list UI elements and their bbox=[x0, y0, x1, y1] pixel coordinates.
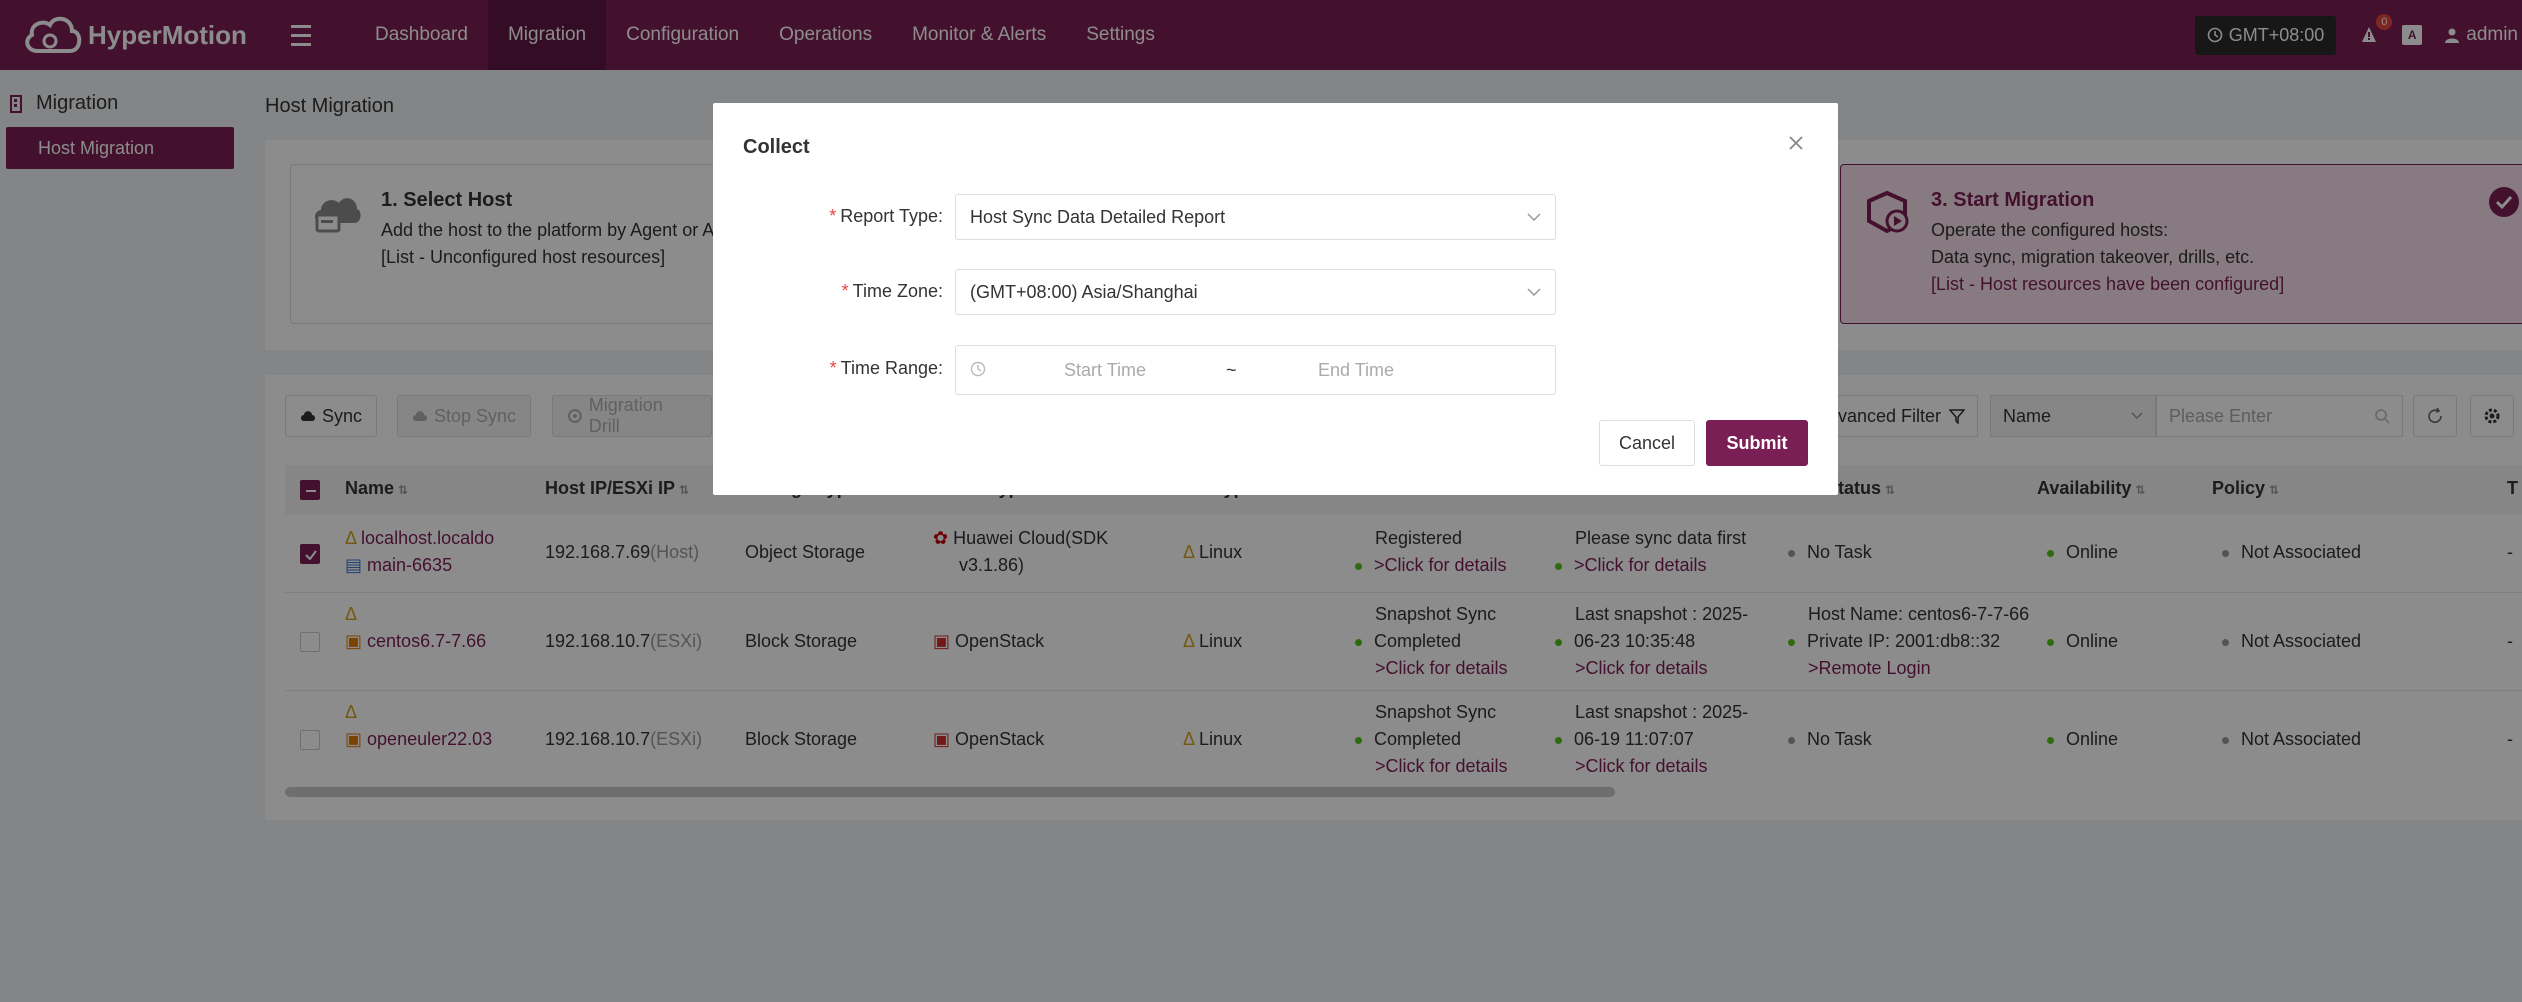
submit-button[interactable]: Submit bbox=[1706, 420, 1808, 466]
end-time-input[interactable]: End Time bbox=[1318, 360, 1394, 381]
start-time-input[interactable]: Start Time bbox=[1064, 360, 1146, 381]
range-separator: ~ bbox=[1226, 360, 1237, 380]
report-type-select[interactable]: Host Sync Data Detailed Report bbox=[955, 194, 1556, 240]
time-zone-value: (GMT+08:00) Asia/Shanghai bbox=[970, 281, 1198, 302]
cancel-button[interactable]: Cancel bbox=[1599, 420, 1695, 466]
report-type-value: Host Sync Data Detailed Report bbox=[970, 206, 1226, 227]
collect-dialog: Collect * Report Type: Host Sync Data Det… bbox=[713, 103, 1838, 495]
close-icon[interactable] bbox=[1784, 131, 1808, 155]
time-zone-select[interactable]: (GMT+08:00) Asia/Shanghai bbox=[955, 269, 1556, 315]
time-zone-label: * Time Zone: bbox=[841, 281, 943, 301]
dialog-title: Collect bbox=[743, 136, 810, 158]
clock-icon bbox=[970, 361, 986, 377]
report-type-label: * Report Type: bbox=[829, 206, 943, 226]
chevron-down-icon bbox=[1527, 288, 1541, 296]
time-range-label: * Time Range: bbox=[829, 358, 943, 378]
time-range-picker[interactable]: Start Time ~ End Time bbox=[955, 345, 1556, 395]
chevron-down-icon bbox=[1527, 213, 1541, 221]
